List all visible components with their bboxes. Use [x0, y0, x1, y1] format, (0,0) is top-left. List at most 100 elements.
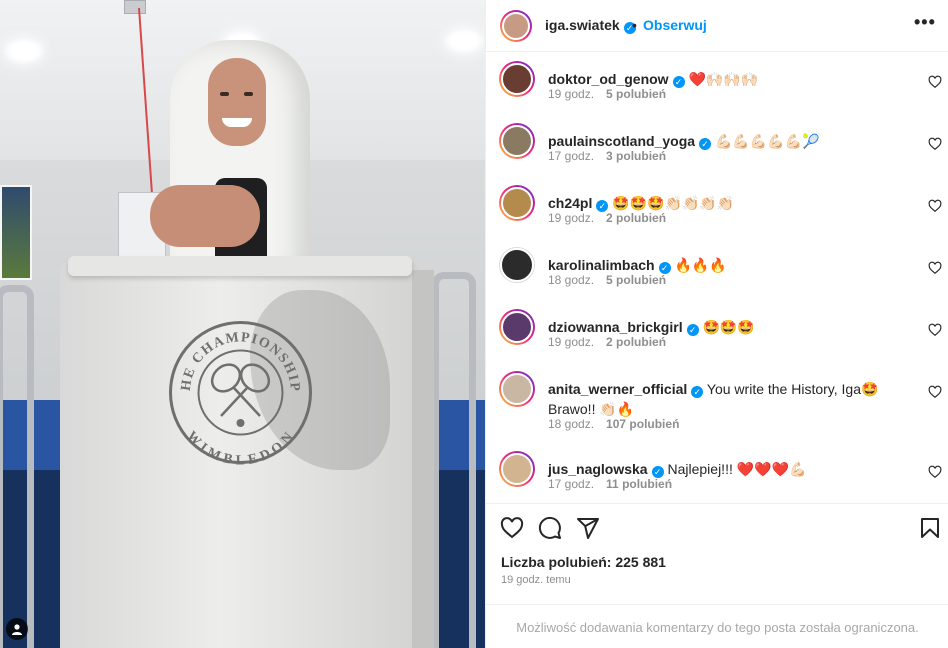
- ceiling-mount: [124, 0, 146, 14]
- comment-avatar-image: [501, 63, 533, 95]
- verified-badge-icon: ✓: [672, 76, 685, 88]
- comment-body: paulainscotland_yoga ✓ 💪🏻💪🏻💪🏻💪🏻💪🏻🎾: [548, 131, 918, 151]
- comment-likes[interactable]: 2 polubień: [606, 335, 666, 349]
- comment-avatar[interactable]: [499, 185, 535, 221]
- comment-body: ch24pl ✓ 🤩🤩🤩👏🏻👏🏻👏🏻👏🏻: [548, 193, 918, 213]
- person-eye: [220, 92, 229, 96]
- bookmark-icon[interactable]: [918, 516, 942, 540]
- comment-body: jus_naglowska ✓ Najlepiej!!! ❤️❤️❤️💪🏻: [548, 459, 918, 479]
- comment-username[interactable]: karolinalimbach: [548, 257, 655, 273]
- comment-avatar[interactable]: [499, 371, 535, 407]
- comment-avatar[interactable]: [499, 247, 535, 283]
- person-smile: [222, 118, 252, 127]
- more-options-icon[interactable]: •••: [914, 12, 936, 33]
- comment-likes[interactable]: 107 polubień: [606, 417, 679, 431]
- verified-badge-icon: ✓: [691, 386, 704, 398]
- comment-avatar[interactable]: [499, 61, 535, 97]
- follow-button[interactable]: Obserwuj: [643, 17, 707, 33]
- post-side-panel: iga.swiatek ✓ • Obserwuj ••• doktor_od_ge…: [485, 0, 948, 648]
- comment-meta: 18 godz. 5 polubień: [548, 273, 666, 287]
- comment-username[interactable]: paulainscotland_yoga: [548, 133, 695, 149]
- comment-likes[interactable]: 11 polubień: [606, 477, 672, 491]
- comment-likes[interactable]: 5 polubień: [606, 87, 666, 101]
- post-likes-count[interactable]: Liczba polubień: 225 881: [501, 554, 666, 570]
- comment-avatar[interactable]: [499, 123, 535, 159]
- comment-body: anita_werner_official ✓ You write the His…: [548, 379, 918, 419]
- comment-meta: 19 godz. 5 polubień: [548, 87, 666, 101]
- comment-avatar-image: [501, 187, 533, 219]
- comment-username[interactable]: doktor_od_genow: [548, 71, 669, 87]
- comment-text: 🔥🔥🔥: [674, 257, 727, 273]
- author-username[interactable]: iga.swiatek ✓: [545, 17, 636, 34]
- comment-text: 🤩🤩🤩👏🏻👏🏻👏🏻👏🏻: [612, 195, 735, 211]
- tub-rim: [68, 256, 412, 276]
- person-arms: [150, 185, 260, 247]
- post-header: iga.swiatek ✓ • Obserwuj •••: [486, 0, 948, 52]
- comments-list[interactable]: doktor_od_genow ✓ ❤️🙌🏻🙌🏻🙌🏻 19 godz. 5 polu…: [486, 53, 948, 503]
- tub-side: [412, 270, 434, 648]
- person-face: [208, 58, 266, 146]
- comment-text: 🤩🤩🤩: [702, 319, 755, 335]
- left-handrail: [0, 285, 34, 648]
- comment-text: ❤️🙌🏻🙌🏻🙌🏻: [688, 71, 759, 87]
- comment-time: 19 godz.: [548, 87, 595, 101]
- comment-like-heart-icon[interactable]: [928, 385, 942, 399]
- comment-body: karolinalimbach ✓ 🔥🔥🔥: [548, 255, 918, 275]
- comments-restricted-notice: Możliwość dodawania komentarzy do tego p…: [486, 604, 948, 648]
- comment-like-heart-icon[interactable]: [928, 465, 942, 479]
- comment-text: Najlepiej!!! ❤️❤️❤️💪🏻: [667, 461, 807, 477]
- comment-like-heart-icon[interactable]: [928, 75, 942, 89]
- comment-text: 💪🏻💪🏻💪🏻💪🏻💪🏻🎾: [714, 133, 820, 149]
- comment-username[interactable]: dziowanna_brickgirl: [548, 319, 683, 335]
- user-tag-icon[interactable]: [6, 618, 28, 640]
- comment-meta: 18 godz. 107 polubień: [548, 417, 679, 431]
- comment-likes[interactable]: 2 polubień: [606, 211, 666, 225]
- comment-avatar-image: [500, 248, 534, 282]
- comment-avatar[interactable]: [499, 451, 535, 487]
- comment-likes[interactable]: 5 polubień: [606, 273, 666, 287]
- heart-icon[interactable]: [500, 516, 524, 540]
- comment-likes[interactable]: 3 polubień: [606, 149, 666, 163]
- comment-body: dziowanna_brickgirl ✓ 🤩🤩🤩: [548, 317, 918, 337]
- comment-time: 19 godz.: [548, 211, 595, 225]
- wall-poster: [0, 185, 32, 280]
- comment-time: 18 godz.: [548, 273, 595, 287]
- comment-meta: 17 godz. 11 polubień: [548, 477, 672, 491]
- share-icon[interactable]: [576, 516, 600, 540]
- comment-time: 18 godz.: [548, 417, 595, 431]
- post-actions: Liczba polubień: 225 881 19 godz. temu M…: [486, 503, 948, 648]
- comment-meta: 17 godz. 3 polubień: [548, 149, 666, 163]
- comment-time: 17 godz.: [548, 477, 595, 491]
- comment-body: doktor_od_genow ✓ ❤️🙌🏻🙌🏻🙌🏻: [548, 69, 918, 89]
- ceiling-light: [444, 28, 484, 54]
- header-separator: •: [632, 17, 637, 33]
- comment-icon[interactable]: [538, 516, 562, 540]
- ceiling-light: [4, 38, 44, 64]
- author-avatar[interactable]: [500, 10, 532, 42]
- comment-like-heart-icon[interactable]: [928, 261, 942, 275]
- comment-time: 17 godz.: [548, 149, 595, 163]
- post-timestamp[interactable]: 19 godz. temu: [501, 574, 571, 586]
- right-handrail: [432, 272, 476, 648]
- author-avatar-image: [502, 12, 530, 40]
- comment-like-heart-icon[interactable]: [928, 323, 942, 337]
- post-photo[interactable]: THE CHAMPIONSHIPS WIMBLEDON: [0, 0, 485, 648]
- comment-username[interactable]: ch24pl: [548, 195, 592, 211]
- comment-meta: 19 godz. 2 polubień: [548, 211, 666, 225]
- wimbledon-logo: THE CHAMPIONSHIPS WIMBLEDON: [168, 320, 312, 465]
- comment-avatar-image: [501, 373, 533, 405]
- comment-avatar-image: [501, 311, 533, 343]
- comment-username[interactable]: jus_naglowska: [548, 461, 648, 477]
- comment-like-heart-icon[interactable]: [928, 137, 942, 151]
- comment-avatar[interactable]: [499, 309, 535, 345]
- comment-like-heart-icon[interactable]: [928, 199, 942, 213]
- verified-badge-icon: ✓: [686, 324, 699, 336]
- verified-badge-icon: ✓: [699, 138, 712, 150]
- person-eye: [244, 92, 253, 96]
- comment-avatar-image: [501, 125, 533, 157]
- author-username-text: iga.swiatek: [545, 17, 620, 33]
- comment-avatar-image: [501, 453, 533, 485]
- comment-meta: 19 godz. 2 polubień: [548, 335, 666, 349]
- comment-time: 19 godz.: [548, 335, 595, 349]
- comment-username[interactable]: anita_werner_official: [548, 381, 687, 397]
